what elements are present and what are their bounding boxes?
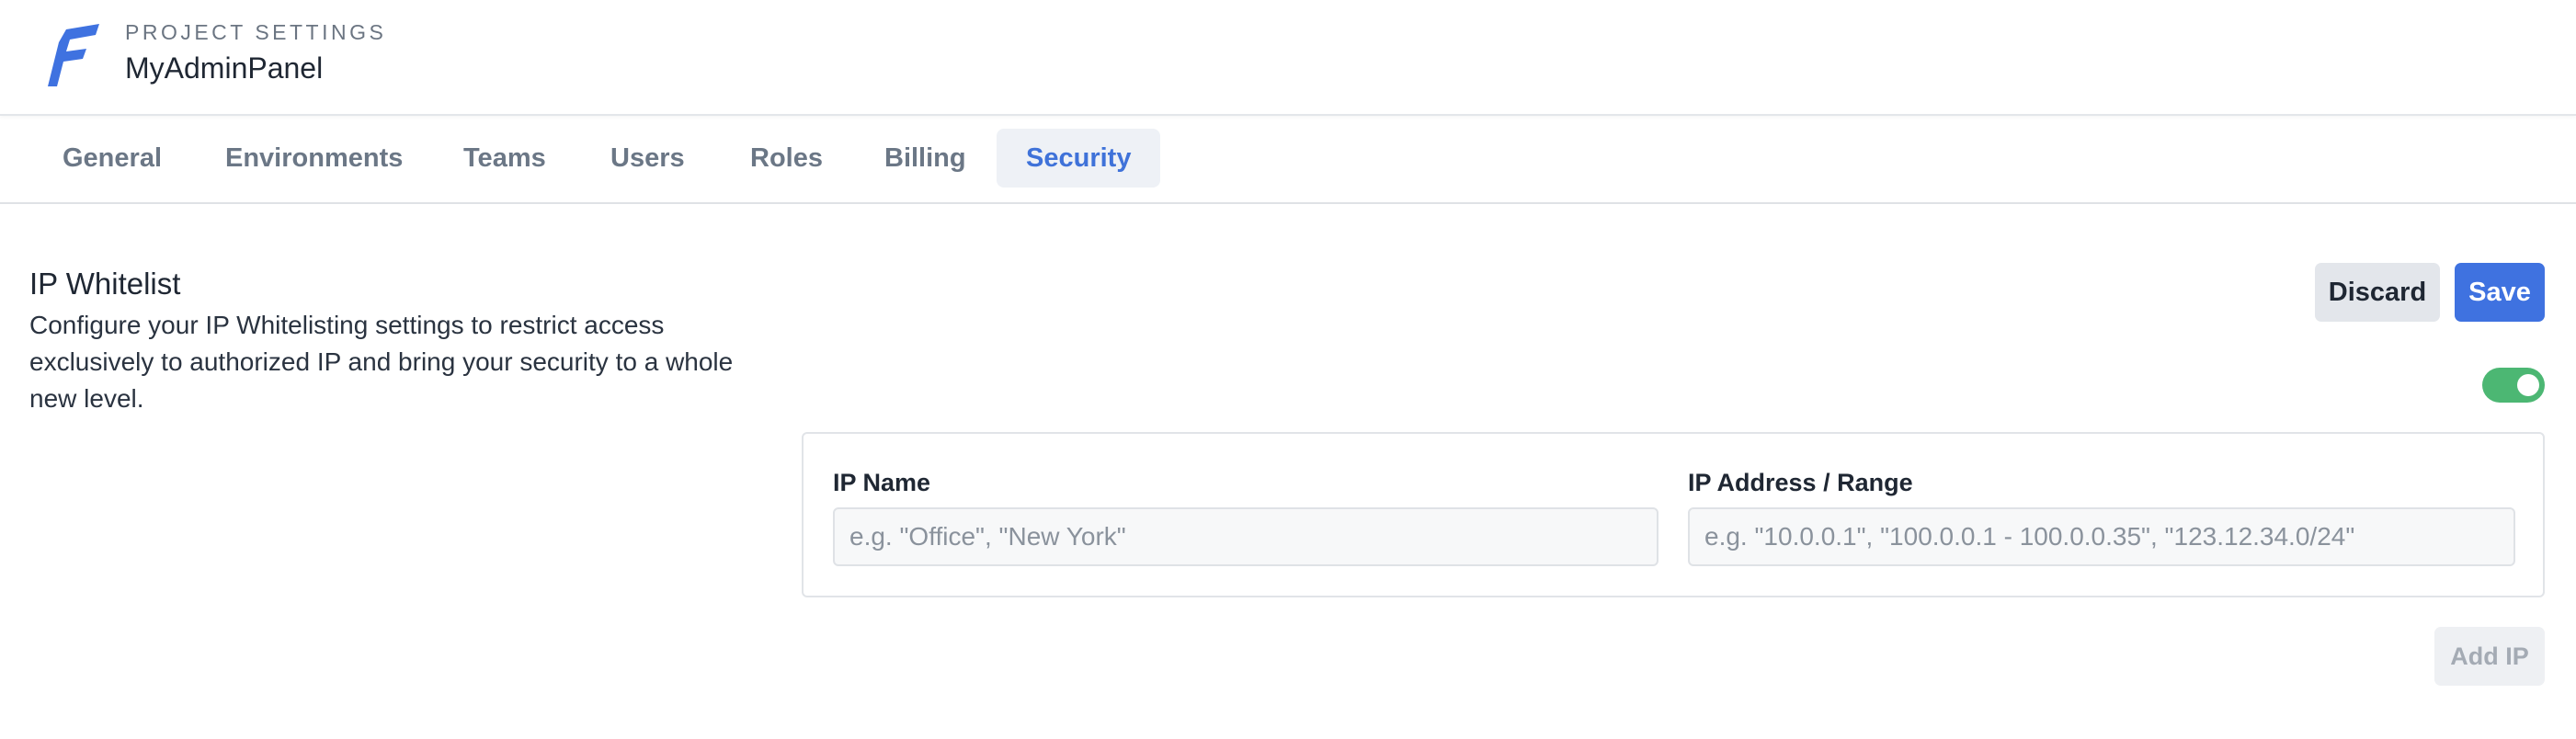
project-title: MyAdminPanel — [125, 51, 324, 85]
toggle-knob — [2517, 374, 2539, 396]
discard-button[interactable]: Discard — [2315, 263, 2440, 322]
section-title: IP Whitelist — [29, 267, 181, 301]
save-button[interactable]: Save — [2455, 263, 2545, 322]
ip-name-label: IP Name — [833, 469, 931, 496]
ip-name-input[interactable] — [833, 507, 1658, 566]
tab-users[interactable]: Users — [581, 129, 714, 188]
ip-address-input[interactable] — [1688, 507, 2515, 566]
page-caption: PROJECT SETTINGS — [125, 20, 387, 44]
tab-roles[interactable]: Roles — [721, 129, 852, 188]
ip-entry-card: IP Name IP Address / Range — [802, 432, 2545, 597]
brand-logo-icon[interactable] — [46, 24, 101, 88]
page-header: PROJECT SETTINGS MyAdminPanel — [0, 0, 2576, 116]
section-description: Configure your IP Whitelisting settings … — [29, 311, 734, 413]
add-ip-button[interactable]: Add IP — [2434, 627, 2545, 686]
tab-general[interactable]: General — [33, 129, 191, 188]
ip-whitelist-toggle[interactable] — [2482, 368, 2545, 403]
ip-address-label: IP Address / Range — [1688, 469, 1913, 496]
tab-security[interactable]: Security — [997, 129, 1160, 188]
tab-teams[interactable]: Teams — [434, 129, 576, 188]
tab-environments[interactable]: Environments — [196, 129, 432, 188]
tab-billing[interactable]: Billing — [855, 129, 996, 188]
settings-tabs: General Environments Teams Users Roles B… — [0, 116, 2576, 204]
